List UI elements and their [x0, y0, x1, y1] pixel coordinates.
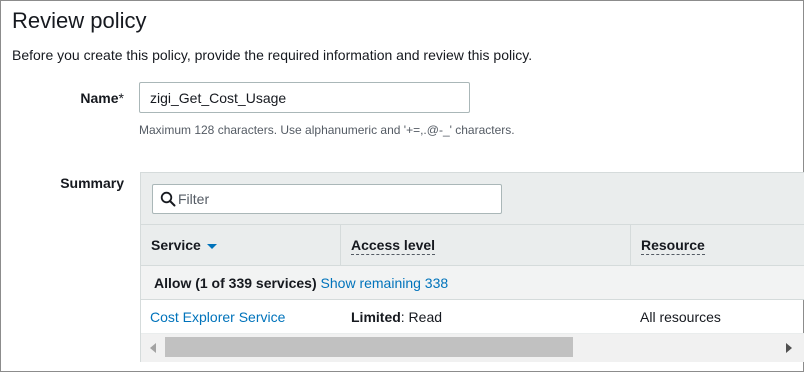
access-level-rest: : Read: [400, 309, 443, 325]
table-row: Cost Explorer Service Limited: Read All …: [141, 300, 804, 334]
column-header-resource-label: Resource: [641, 237, 705, 255]
allow-group-row: Allow (1 of 339 services) Show remaining…: [141, 266, 804, 300]
search-icon: [160, 191, 176, 207]
table-header: Service Access level Resource: [141, 224, 804, 266]
column-header-service-label: Service: [151, 237, 201, 253]
column-header-resource[interactable]: Resource: [631, 225, 804, 266]
filter-bar: [141, 172, 804, 224]
scroll-left-icon[interactable]: [150, 343, 156, 353]
resource-cell: All resources: [640, 309, 721, 325]
chevron-down-icon: [206, 243, 217, 249]
horizontal-scrollbar[interactable]: [141, 334, 804, 362]
filter-box[interactable]: [152, 184, 502, 214]
summary-label: Summary: [60, 175, 124, 191]
allow-group-title: Allow (1 of 339 services): [154, 275, 317, 291]
column-header-access-level-label: Access level: [351, 237, 436, 255]
page-title: Review policy: [12, 8, 147, 33]
name-label: Name*: [80, 90, 124, 106]
scroll-right-icon[interactable]: [786, 343, 792, 353]
show-remaining-link[interactable]: Show remaining 338: [321, 275, 449, 291]
name-hint: Maximum 128 characters. Use alphanumeric…: [139, 123, 515, 137]
column-header-access-level[interactable]: Access level: [341, 225, 631, 266]
policy-name-input[interactable]: [139, 82, 470, 113]
scrollbar-thumb[interactable]: [165, 337, 573, 357]
service-link[interactable]: Cost Explorer Service: [150, 309, 285, 325]
page-intro: Before you create this policy, provide t…: [12, 47, 533, 63]
summary-table: Service Access level Resource Allow (1 o…: [140, 172, 804, 362]
access-level-bold: Limited: [351, 309, 401, 325]
column-header-service[interactable]: Service: [141, 225, 341, 266]
name-label-text: Name: [80, 90, 119, 106]
filter-input[interactable]: [178, 185, 498, 213]
access-level-cell: Limited: Read: [351, 309, 442, 325]
required-mark: *: [118, 90, 124, 106]
